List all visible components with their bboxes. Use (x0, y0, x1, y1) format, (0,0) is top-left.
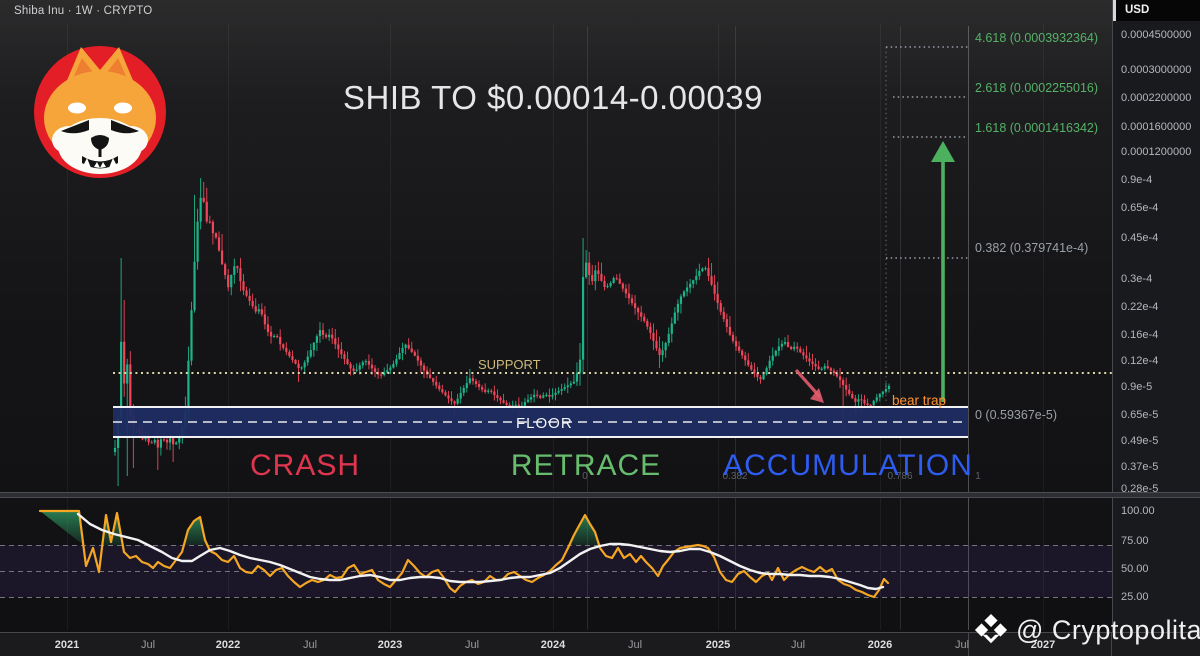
watermark: @ Cryptopolitan (974, 612, 1200, 648)
support-label: SUPPORT (478, 357, 541, 372)
time-tick-2025: 2025 (705, 638, 731, 651)
time-tick-jul: Jul (140, 638, 156, 651)
time-tick-2024: 2024 (540, 638, 566, 651)
zone-label-crash: CRASH (249, 449, 361, 482)
price-axis-label: 0.0004500000 (1121, 29, 1192, 41)
time-tick-2022: 2022 (215, 638, 241, 651)
tradingview-chart-window: Shiba Inu · 1W · CRYPTO SHIB TO $0.00014… (0, 0, 1200, 656)
fib-level-label: 2.618 (0.0002255016) (975, 81, 1099, 95)
zone-label-accumulation: ACCUMULATION (723, 449, 973, 482)
price-axis-label: 0.0002200000 (1121, 92, 1192, 104)
fib-level-label: 4.618 (0.0003932364) (975, 31, 1099, 45)
fib-level-label: 0.382 (0.379741e-4) (975, 241, 1089, 255)
page-title: SHIB TO $0.00014-0.00039 (343, 79, 763, 116)
price-axis-label: 0.0003000000 (1121, 64, 1192, 76)
price-axis-label: 0.9e-4 (1121, 174, 1153, 186)
symbol-title[interactable]: Shiba Inu · 1W · CRYPTO (14, 5, 152, 17)
time-tick-jul: Jul (790, 638, 806, 651)
time-tick-jul: Jul (627, 638, 643, 651)
currency-usd-button[interactable]: USD (1113, 0, 1200, 21)
cryptopolitan-logo-icon (974, 613, 1008, 644)
time-tick-jul: Jul (954, 638, 970, 651)
price-axis-label: 100.00 (1121, 505, 1155, 517)
price-axis-label: 0.65e-5 (1121, 409, 1159, 421)
fib-level-label: 1.618 (0.0001416342) (975, 121, 1099, 135)
price-axis-label: 75.00 (1121, 535, 1149, 547)
fib-ratio-label: 1 (975, 471, 981, 482)
bear-trap-label: bear trap (892, 393, 947, 408)
time-tick-jul: Jul (302, 638, 318, 651)
price-axis-label: 0.0001200000 (1121, 146, 1192, 158)
price-axis-label: 0.0001600000 (1121, 121, 1192, 133)
price-axis-label: 0.16e-4 (1121, 329, 1159, 341)
watermark-text: @ Cryptopolitan (1016, 614, 1200, 645)
shiba-inu-logo (34, 46, 166, 178)
price-axis-label: 0.49e-5 (1121, 435, 1159, 447)
pane-separator[interactable] (0, 492, 1200, 498)
price-axis-label: 0.12e-4 (1121, 355, 1159, 367)
price-axis-label: 0.37e-5 (1121, 461, 1159, 473)
price-axis-label: 0.45e-4 (1121, 232, 1159, 244)
price-axis-label: 0.9e-5 (1121, 381, 1153, 393)
price-axis-label: 50.00 (1121, 563, 1149, 575)
time-tick-2026: 2026 (867, 638, 893, 651)
floor-label: FLOOR (516, 415, 573, 432)
time-tick-2021: 2021 (54, 638, 80, 651)
price-axis-label: 0.65e-4 (1121, 202, 1159, 214)
zone-label-retrace: RETRACE (510, 449, 662, 482)
time-tick-2023: 2023 (377, 638, 403, 651)
time-tick-jul: Jul (464, 638, 480, 651)
fib-level-label: 0 (0.59367e-5) (975, 408, 1058, 422)
price-axis-label: 0.22e-4 (1121, 301, 1159, 313)
price-axis-label: 25.00 (1121, 591, 1149, 603)
price-axis[interactable]: USD 0.0004500000 0.0003000000 0.0002200000… (1112, 0, 1200, 632)
price-axis-label: 0.3e-4 (1121, 273, 1153, 285)
